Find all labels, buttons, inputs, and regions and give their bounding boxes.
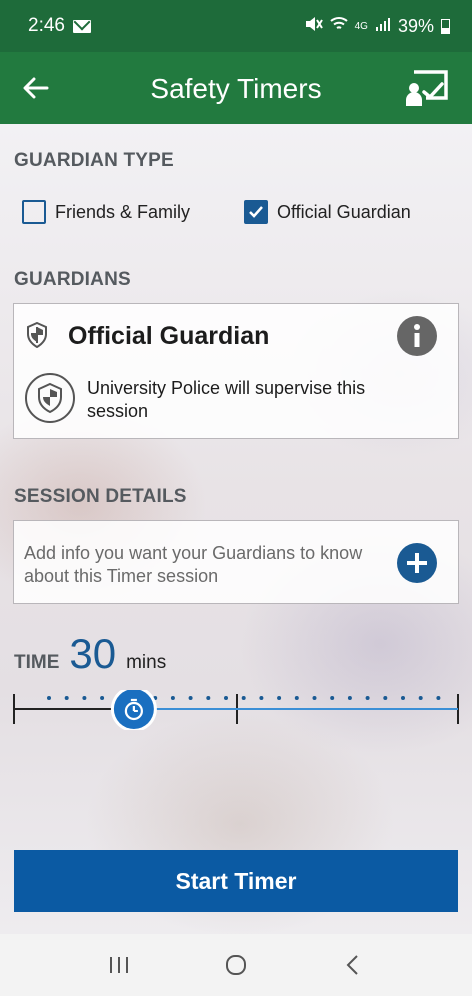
slider-dot	[224, 696, 228, 700]
home-icon	[225, 955, 246, 975]
slider-dot	[47, 696, 51, 700]
checkbox-checked-icon[interactable]	[244, 200, 268, 224]
battery-percent: 39%	[397, 15, 434, 36]
recent-apps-icon	[109, 957, 128, 973]
session-details-input[interactable]: Add info you want your Guardians to know…	[13, 520, 459, 604]
guardians-label: GUARDIANS	[14, 269, 131, 290]
guardian-card: Official Guardian University Police will…	[13, 303, 459, 439]
session-details-label: SESSION DETAILS	[14, 486, 187, 507]
slider-dot	[206, 696, 211, 700]
recent-apps-button[interactable]	[99, 945, 139, 985]
app-bar: Safety Timers	[0, 52, 472, 124]
guardian-title: Official Guardian	[68, 322, 270, 350]
shield-badge-icon	[24, 372, 76, 429]
battery-icon	[441, 18, 450, 34]
plus-icon	[397, 543, 437, 583]
info-button[interactable]	[397, 316, 437, 356]
slider-dot	[365, 696, 370, 700]
status-time: 2:46	[28, 15, 65, 36]
status-bar: 2:46 4G 39%	[0, 0, 472, 52]
back-icon	[346, 955, 359, 975]
info-icon	[397, 316, 437, 356]
slider-dot	[64, 696, 69, 700]
guardian-description: University Police will supervise this se…	[87, 378, 366, 421]
signal-icon	[375, 16, 391, 37]
friends-family-checkbox[interactable]: Friends & Family	[22, 200, 190, 224]
slider-dot	[347, 696, 352, 700]
slider-dots	[47, 696, 441, 700]
slider-dot	[170, 696, 175, 700]
check-in-icon	[406, 70, 448, 106]
time-slider[interactable]	[12, 690, 462, 730]
slider-dot	[436, 696, 441, 700]
official-guardian-checkbox[interactable]: Official Guardian	[244, 200, 411, 224]
checkbox-unchecked-icon[interactable]	[22, 200, 46, 224]
status-icons: 4G 39%	[305, 16, 450, 37]
slider-dot	[330, 696, 335, 700]
slider-dot	[294, 696, 299, 700]
slider-dot	[259, 696, 264, 700]
slider-dot	[241, 696, 246, 700]
slider-thumb[interactable]	[110, 690, 157, 730]
home-button[interactable]	[216, 945, 256, 985]
wifi-icon	[329, 16, 348, 37]
checkbox-label: Friends & Family	[55, 201, 191, 222]
slider-dot	[100, 696, 105, 700]
system-nav-bar	[0, 934, 472, 996]
slider-dot	[188, 696, 193, 700]
time-value: 30	[69, 630, 117, 677]
session-placeholder: Add info you want your Guardians to know…	[24, 543, 363, 586]
add-info-button[interactable]	[397, 543, 437, 583]
slider-dot	[383, 696, 388, 700]
time-unit: mins	[126, 652, 167, 673]
slider-dot	[277, 696, 282, 700]
start-timer-button[interactable]: Start Timer	[14, 850, 458, 912]
guardian-type-label: GUARDIAN TYPE	[14, 150, 174, 171]
mute-icon	[305, 16, 323, 36]
network-type: 4G	[354, 20, 368, 32]
slider-dot	[418, 696, 423, 700]
slider-dot	[82, 696, 87, 700]
slider-dot	[401, 696, 405, 700]
time-row: TIME 30 mins	[14, 630, 166, 678]
checkbox-label: Official Guardian	[277, 201, 411, 222]
slider-dot	[312, 696, 317, 700]
nav-back-button[interactable]	[333, 945, 373, 985]
time-label: TIME	[14, 652, 60, 673]
mail-icon	[72, 19, 91, 33]
check-in-button[interactable]	[404, 68, 450, 108]
shield-icon	[26, 321, 48, 353]
page-title: Safety Timers	[150, 73, 322, 104]
